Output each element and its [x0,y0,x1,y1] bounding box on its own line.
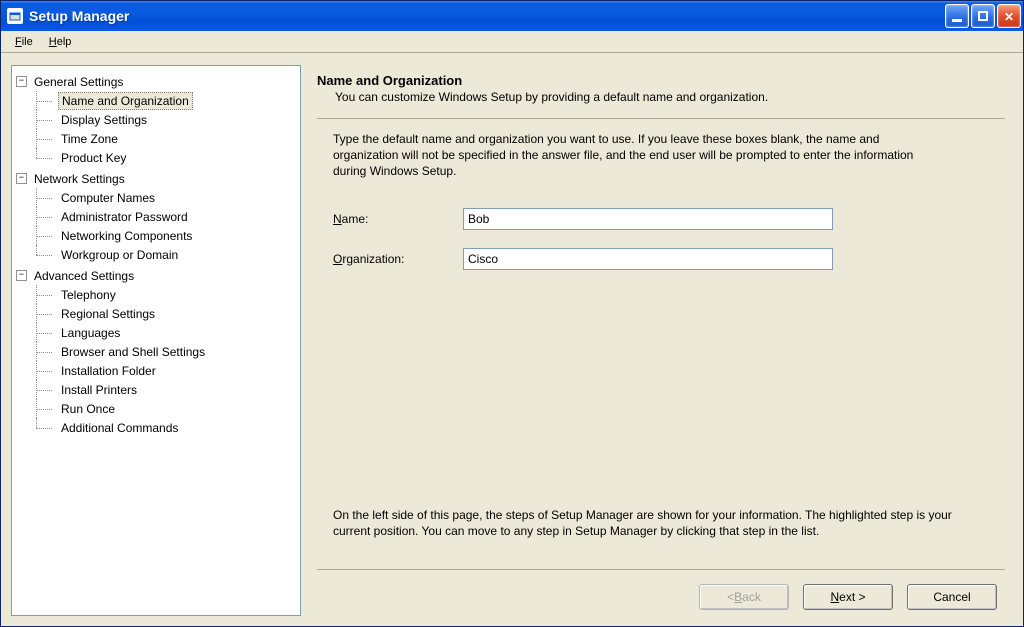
tree-item-regional[interactable]: Regional Settings [36,304,296,323]
tree-item-label: Telephony [58,287,119,303]
cancel-button[interactable]: Cancel [907,584,997,610]
minus-icon[interactable]: − [16,76,27,87]
tree-item-label: Name and Organization [58,92,193,110]
tree-item-label: Time Zone [58,131,121,147]
titlebar: Setup Manager [1,1,1023,31]
tree-item-installfolder[interactable]: Installation Folder [36,361,296,380]
tree-node-advanced[interactable]: − Advanced Settings [16,266,296,285]
tree-item-label: Networking Components [58,228,195,244]
back-button[interactable]: < Back [699,584,789,610]
menu-help[interactable]: Help [41,34,80,50]
form-row-org: Organization: [333,248,1005,270]
tree-item-browsershell[interactable]: Browser and Shell Settings [36,342,296,361]
tree-item-label: Installation Folder [58,363,159,379]
tree-item-label: Browser and Shell Settings [58,344,208,360]
minus-icon[interactable]: − [16,270,27,281]
tree-item-installprinters[interactable]: Install Printers [36,380,296,399]
wizard-buttons: < Back Next > Cancel [317,584,1005,616]
main-panel: Name and Organization You can customize … [313,65,1013,616]
window-title: Setup Manager [29,8,945,24]
divider-bottom [317,569,1005,570]
tree-node-general[interactable]: − General Settings [16,72,296,91]
tree-item-label: Administrator Password [58,209,191,225]
settings-tree: − General Settings Name and Organization… [16,72,296,437]
tree-item-productkey[interactable]: Product Key [36,148,296,167]
close-button[interactable] [997,4,1021,28]
page-heading: Name and Organization [317,73,1005,88]
lower-instructions: On the left side of this page, the steps… [333,507,963,539]
name-input[interactable] [463,208,833,230]
tree-item-computernames[interactable]: Computer Names [36,188,296,207]
tree-item-netcomponents[interactable]: Networking Components [36,226,296,245]
tree-item-timezone[interactable]: Time Zone [36,129,296,148]
tree-label-network: Network Settings [31,171,128,187]
tree-item-name-org[interactable]: Name and Organization [36,91,296,110]
tree-item-display[interactable]: Display Settings [36,110,296,129]
menu-file-rest: ile [22,36,33,48]
form-row-name: Name: [333,208,1005,230]
tree-item-label: Install Printers [58,382,140,398]
tree-label-advanced: Advanced Settings [31,268,137,284]
tree-label-general: General Settings [31,74,126,90]
org-input[interactable] [463,248,833,270]
tree-item-label: Run Once [58,401,118,417]
instructions-text: Type the default name and organization y… [333,131,933,180]
app-window: Setup Manager File Help − General Settin… [0,0,1024,627]
org-label: Organization: [333,252,463,266]
tree-item-addcommands[interactable]: Additional Commands [36,418,296,437]
minus-icon[interactable]: − [16,173,27,184]
tree-item-label: Languages [58,325,123,341]
name-label: Name: [333,212,463,226]
page-subheading: You can customize Windows Setup by provi… [335,90,1005,104]
menubar: File Help [1,31,1023,53]
tree-item-telephony[interactable]: Telephony [36,285,296,304]
tree-item-label: Workgroup or Domain [58,247,181,263]
tree-node-network[interactable]: − Network Settings [16,169,296,188]
tree-item-label: Product Key [58,150,129,166]
tree-panel: − General Settings Name and Organization… [11,65,301,616]
content-area: − General Settings Name and Organization… [1,53,1023,626]
minimize-button[interactable] [945,4,969,28]
tree-item-adminpass[interactable]: Administrator Password [36,207,296,226]
tree-item-workgroup[interactable]: Workgroup or Domain [36,245,296,264]
menu-help-rest: elp [57,36,72,48]
tree-item-label: Display Settings [58,112,150,128]
divider-top [317,118,1005,119]
tree-item-languages[interactable]: Languages [36,323,296,342]
window-controls [945,4,1021,28]
next-button[interactable]: Next > [803,584,893,610]
menu-file[interactable]: File [7,34,41,50]
tree-item-runonce[interactable]: Run Once [36,399,296,418]
tree-item-label: Regional Settings [58,306,158,322]
app-icon [7,8,23,24]
tree-item-label: Computer Names [58,190,158,206]
tree-item-label: Additional Commands [58,420,181,436]
maximize-button[interactable] [971,4,995,28]
